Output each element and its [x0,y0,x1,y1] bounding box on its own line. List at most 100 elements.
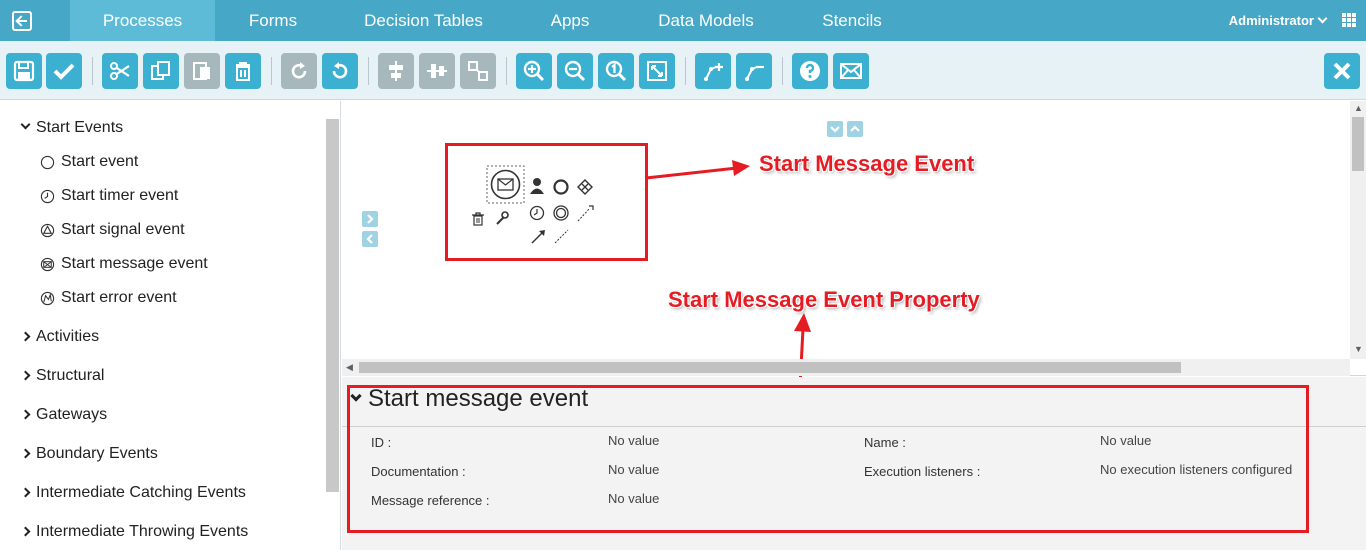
palette-item-start-message-event[interactable]: Start message event [40,255,208,273]
paste-button[interactable] [184,53,220,89]
zoom-fit-icon [647,61,667,81]
palette-item-label: Start message event [61,255,208,272]
chevron-down-icon [1317,13,1328,24]
toolbar-divider [92,57,93,85]
palette-item-start-error-event[interactable]: Start error event [40,289,177,307]
help-button[interactable] [792,53,828,89]
message-envelope-icon [40,257,55,271]
collapse-toolbar-down-button[interactable] [827,121,843,137]
chevron-down-icon [20,119,31,130]
validate-icon [53,63,75,80]
same-size-icon [468,61,488,81]
signal-icon [40,223,55,237]
delete-button[interactable] [225,53,261,89]
annotation-event-label: Start Message Event [759,151,975,176]
tab-apps[interactable]: Apps [530,0,610,41]
top-navigation: Processes Forms Decision Tables Apps Dat… [0,0,1366,48]
back-logo-icon[interactable] [0,0,44,41]
redo-icon [291,62,307,79]
feedback-mail-icon [840,63,862,79]
palette-group-label: Gateways [36,406,108,423]
palette-group-label: Structural [36,367,105,384]
save-button[interactable] [6,53,42,89]
palette-item-label: Start timer event [61,187,179,204]
chevron-left-icon [366,234,373,244]
save-icon [13,60,35,82]
zoom-actual-button[interactable] [598,53,634,89]
horizontal-scroll-thumb[interactable] [359,362,1181,373]
properties-panel: Start message event ID : No value Name :… [342,377,1366,550]
palette-item-start-signal-event[interactable]: Start signal event [40,221,185,239]
tab-stencils[interactable]: Stencils [810,0,894,41]
align-horizontal-icon [389,61,403,81]
undo-icon [332,62,348,79]
chevron-right-icon [20,487,31,498]
process-canvas[interactable]: Start Message Event Start Message Event … [342,101,1366,387]
chevron-up-icon [850,125,860,132]
toolbar-divider [368,57,369,85]
sidebar-scrollbar[interactable] [326,119,339,492]
redo-button[interactable] [281,53,317,89]
bend-point-remove-button[interactable] [736,53,772,89]
expand-palette-button[interactable] [362,211,378,227]
error-icon [40,291,55,305]
same-size-button[interactable] [460,53,496,89]
timer-icon [40,189,55,203]
align-vertical-button[interactable] [419,53,455,89]
zoom-actual-icon [605,60,627,82]
chevron-right-icon [20,409,31,420]
palette-group-intermediate-throwing-events[interactable]: Intermediate Throwing Events [20,523,248,541]
zoom-in-button[interactable] [516,53,552,89]
toolbar-divider [685,57,686,85]
palette-group-label: Start Events [36,119,124,136]
toolbar-divider [782,57,783,85]
delete-icon [236,62,250,81]
zoom-fit-button[interactable] [639,53,675,89]
scroll-up-icon[interactable]: ▲ [1354,103,1363,113]
vertical-scroll-thumb[interactable] [1352,117,1364,171]
scroll-left-icon[interactable]: ◀ [346,362,353,373]
chevron-right-icon [367,214,374,224]
canvas-horizontal-scrollbar[interactable]: ◀ [342,359,1350,376]
tab-decision-tables[interactable]: Decision Tables [352,0,495,41]
toolbar-divider [271,57,272,85]
tab-data-models[interactable]: Data Models [646,0,766,41]
chevron-right-icon [20,331,31,342]
zoom-out-button[interactable] [557,53,593,89]
palette-group-activities[interactable]: Activities [20,328,99,346]
cut-button[interactable] [102,53,138,89]
bend-point-add-icon [704,63,723,81]
user-menu[interactable]: Administrator [1228,0,1328,41]
palette-group-intermediate-catching-events[interactable]: Intermediate Catching Events [20,484,246,502]
collapse-toolbar-up-button[interactable] [847,121,863,137]
bend-point-add-button[interactable] [695,53,731,89]
tab-forms[interactable]: Forms [226,0,320,41]
chevron-right-icon [20,526,31,537]
align-horizontal-button[interactable] [378,53,414,89]
palette-group-gateways[interactable]: Gateways [20,406,108,424]
shape-palette: Start Events Start event Start timer eve… [0,101,341,550]
palette-group-boundary-events[interactable]: Boundary Events [20,445,158,463]
palette-item-start-event[interactable]: Start event [40,153,138,171]
scroll-down-icon[interactable]: ▼ [1354,344,1363,354]
chevron-right-icon [20,448,31,459]
close-editor-button[interactable] [1324,53,1360,89]
canvas-vertical-scrollbar[interactable]: ▲ ▼ [1350,101,1366,359]
copy-icon [151,61,170,80]
apps-grid-icon[interactable] [1342,13,1356,27]
palette-group-structural[interactable]: Structural [20,367,105,385]
close-icon [1333,62,1351,80]
feedback-mail-button[interactable] [833,53,869,89]
collapse-palette-button[interactable] [362,231,378,247]
copy-button[interactable] [143,53,179,89]
palette-item-start-timer-event[interactable]: Start timer event [40,187,178,205]
palette-group-start-events[interactable]: Start Events [20,119,124,137]
zoom-out-icon [564,60,586,82]
user-name: Administrator [1228,13,1314,28]
tab-processes[interactable]: Processes [70,0,215,48]
undo-button[interactable] [322,53,358,89]
toolbar-divider [506,57,507,85]
validate-button[interactable] [46,53,82,89]
zoom-in-icon [523,60,545,82]
palette-group-label: Intermediate Catching Events [36,484,246,501]
